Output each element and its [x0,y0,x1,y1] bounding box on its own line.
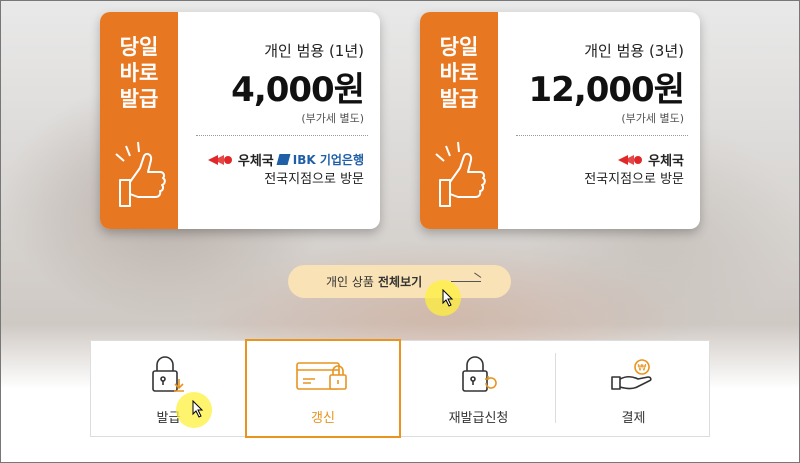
view-all-personal-products-button[interactable]: 개인 상품 전체보기 [288,265,511,298]
vat-note: (부가세 별도) [301,112,364,125]
ibk-label: IBK 기업은행 [292,153,364,167]
arrow-right-icon [451,281,481,282]
menu-item-label: 재발급신청 [448,411,509,426]
post-office-label: 우체국 [648,154,684,169]
badge-text: 당일 바로 발급 [119,35,159,111]
view-all-bold: 전체보기 [377,275,423,289]
vat-note: (부가세 별도) [621,112,684,125]
view-all-prefix: 개인 상품 [326,275,374,289]
hand-coin-icon: ₩ [610,359,652,390]
menu-item-payment[interactable]: ₩ 결제 [556,341,711,436]
badge-panel: 당일 바로 발급 [420,12,498,229]
menu-item-issue[interactable]: 발급 [91,341,246,436]
branch-note: 전국지점으로 방문 [584,172,684,187]
product-price: 4,000원 [231,70,365,110]
product-price: 12,000원 [528,70,685,110]
lock-download-icon [151,356,184,392]
product-card-3yr[interactable]: 당일 바로 발급 개인 범용 (3년) 12,000원 (부가세 별도) 우체국… [420,12,700,229]
svg-text:₩: ₩ [637,364,646,374]
post-office-label: 우체국 [237,154,274,169]
mouse-pointer-icon [192,400,204,418]
product-card-1yr[interactable]: 당일 바로 발급 개인 범용 (1년) 4,000원 (부가세 별도) 우체국 … [100,12,380,229]
partner-logos: 우체국 IBK 기업은행 [207,150,364,169]
divider [196,135,368,136]
card-lock-icon [296,362,347,390]
menu-item-label: 발급 [156,411,181,426]
mouse-pointer-icon [442,289,454,307]
divider [516,135,688,136]
ibk-logo-icon [276,154,291,165]
post-office-logo-icon [618,154,643,165]
branch-note: 전국지점으로 방문 [264,172,364,187]
partner-logos: 우체국 [618,150,684,169]
menu-item-label: 결제 [621,411,646,426]
menu-item-renew[interactable]: 갱신 [245,339,401,438]
thumbs-up-icon [435,141,486,207]
thumbs-up-icon [115,141,166,207]
product-title: 개인 범용 (3년) [584,42,684,60]
menu-item-reissue[interactable]: 재발급신청 [401,341,556,436]
badge-panel: 당일 바로 발급 [100,12,178,229]
product-title: 개인 범용 (1년) [264,42,364,60]
lock-refresh-icon [461,356,497,392]
post-office-logo-icon [207,154,232,165]
badge-text: 당일 바로 발급 [439,35,479,111]
menu-item-label: 갱신 [311,411,335,426]
